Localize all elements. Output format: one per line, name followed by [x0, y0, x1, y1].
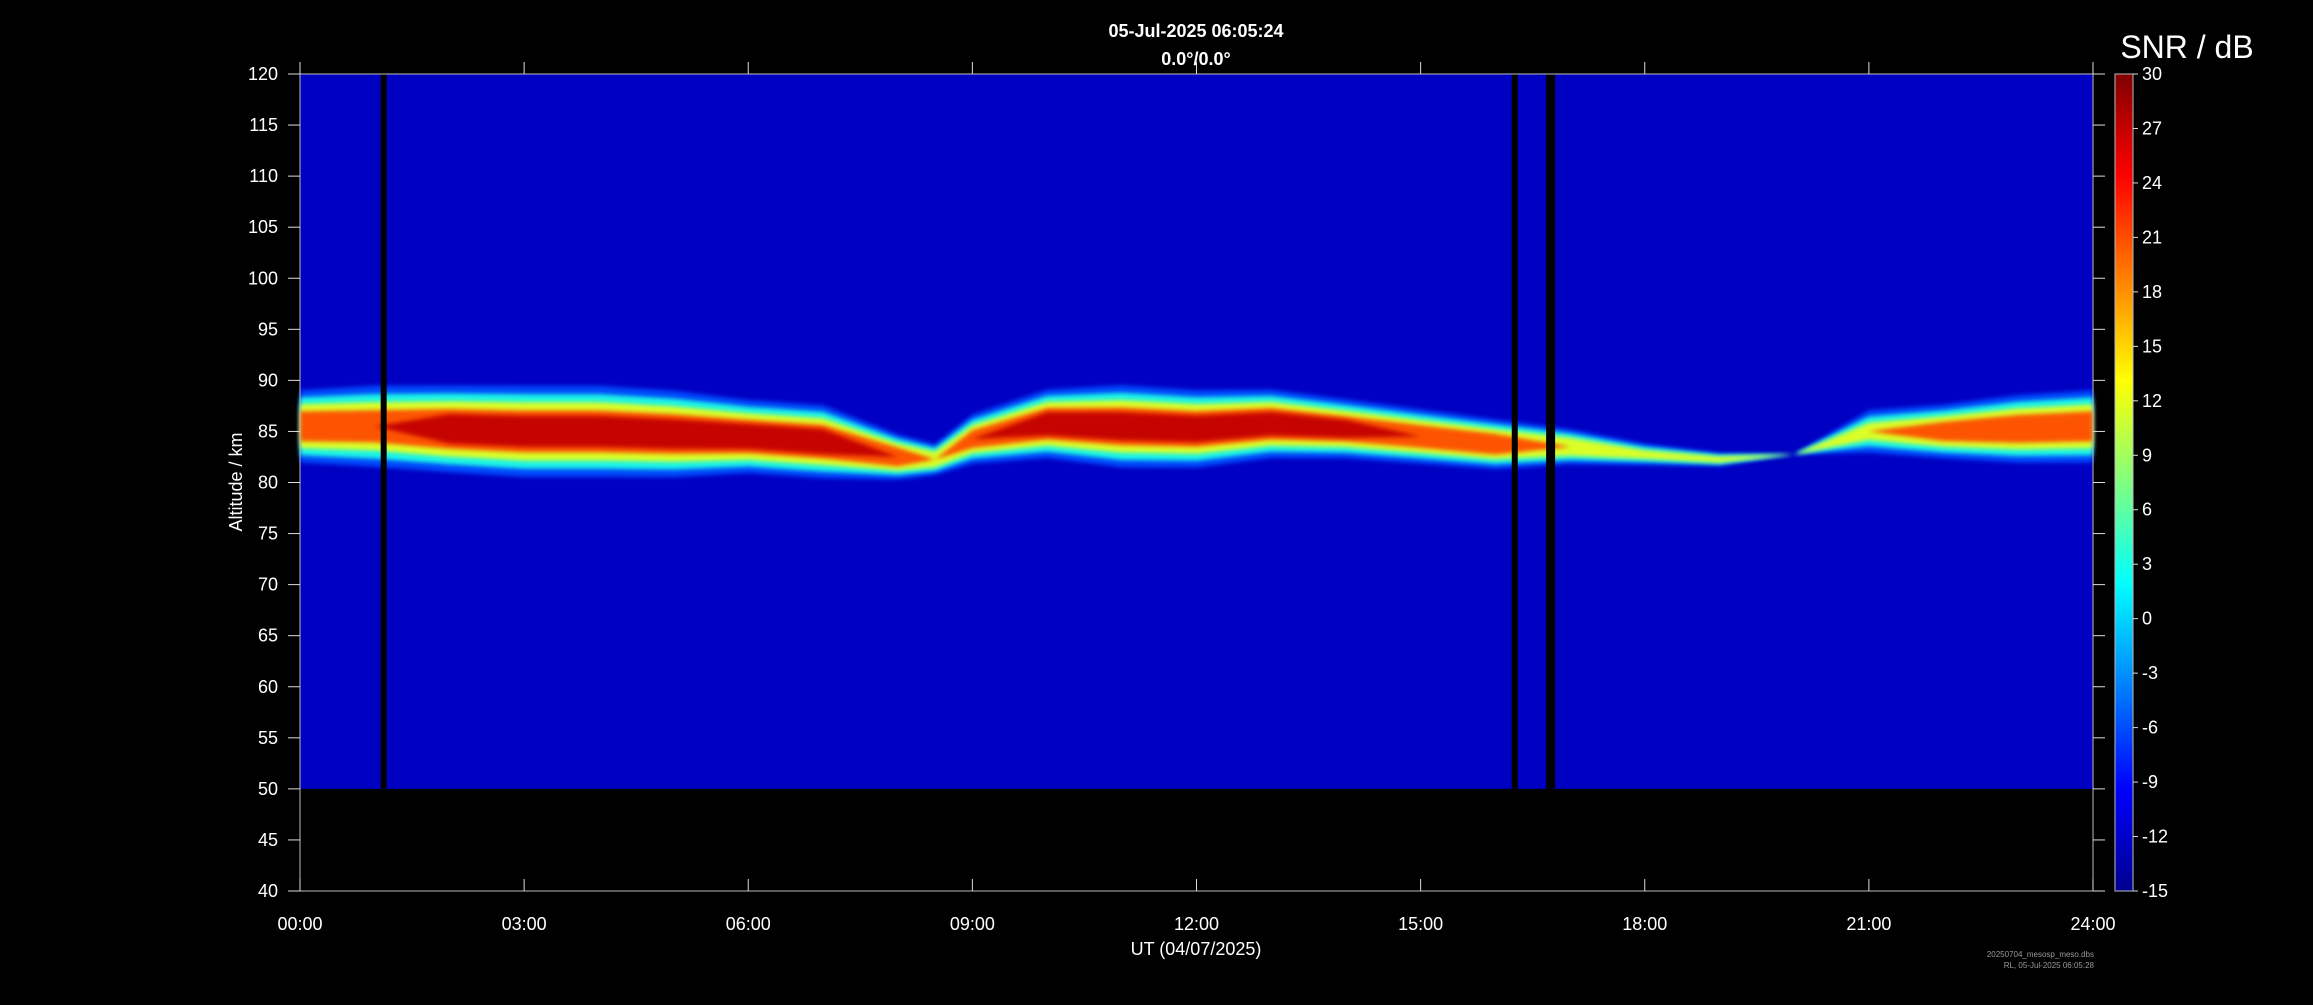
y-tick-label-12: 100 — [248, 268, 278, 288]
colorbar-tick-label-0: -15 — [2142, 881, 2168, 901]
y-tick-label-14: 110 — [249, 166, 278, 186]
footer-created-stamp: RL, 05-Jul-2025 06:05:28 — [2004, 961, 2095, 970]
plot-area — [300, 74, 2093, 789]
y-tick-label-2: 50 — [258, 779, 278, 799]
colorbar-tick-label-2: -9 — [2142, 772, 2158, 792]
colorbar-label: SNR / dB — [2120, 29, 2253, 65]
x-tick-label-7: 21:00 — [1846, 914, 1891, 934]
colorbar-tick-label-14: 27 — [2142, 118, 2162, 138]
y-tick-label-6: 70 — [258, 575, 278, 595]
x-tick-label-6: 18:00 — [1622, 914, 1667, 934]
y-tick-label-5: 65 — [258, 626, 278, 646]
x-tick-label-5: 15:00 — [1398, 914, 1443, 934]
colorbar-tick-label-10: 15 — [2142, 336, 2162, 356]
snr-heatmap-chart: 05-Jul-2025 06:05:24 0.0°/0.0° 00:00 03:0… — [0, 0, 2313, 1000]
x-tick-label-1: 03:00 — [502, 914, 547, 934]
y-tick-label-10: 90 — [258, 370, 278, 390]
y-tick-label-4: 60 — [258, 677, 278, 697]
footer-file-name: 20250704_mesosp_meso.dbs — [1987, 950, 2094, 959]
colorbar-tick-label-8: 9 — [2142, 445, 2152, 465]
data-gap-2 — [1546, 74, 1556, 789]
data-gap-1 — [1511, 74, 1518, 789]
x-axis-label: UT (04/07/2025) — [1131, 939, 1262, 959]
y-tick-label-8: 80 — [258, 473, 278, 493]
colorbar-tick-label-5: 0 — [2142, 609, 2152, 629]
y-tick-label-0: 40 — [258, 881, 278, 901]
colorbar-tick-label-15: 30 — [2142, 64, 2162, 84]
colorbar-tick-label-11: 18 — [2142, 282, 2162, 302]
chart-svg: 05-Jul-2025 06:05:24 0.0°/0.0° 00:00 03:0… — [226, 21, 2254, 970]
colorbar-tick-label-1: -12 — [2142, 827, 2168, 847]
colorbar-tick-label-6: 3 — [2142, 554, 2152, 574]
colorbar-tick-label-13: 24 — [2142, 173, 2162, 193]
y-tick-label-3: 55 — [258, 728, 278, 748]
colorbar-gradient — [2114, 73, 2134, 892]
y-tick-label-1: 45 — [258, 830, 278, 850]
y-tick-label-11: 95 — [258, 319, 278, 339]
colorbar: -15 -12 -9 -6 -3 0 3 6 9 12 15 18 21 24 27 30 — [2114, 64, 2168, 901]
colorbar-tick-label-3: -6 — [2142, 718, 2158, 738]
x-tick-label-0: 00:00 — [277, 914, 322, 934]
colorbar-tick-label-4: -3 — [2142, 663, 2158, 683]
y-axis-label: Altitude / km — [226, 432, 246, 531]
y-tick-label-13: 105 — [248, 217, 278, 237]
data-gap-0 — [380, 74, 387, 789]
x-tick-label-3: 09:00 — [950, 914, 995, 934]
colorbar-tick-label-7: 6 — [2142, 500, 2152, 520]
x-tick-label-2: 06:00 — [726, 914, 771, 934]
y-tick-label-7: 75 — [258, 524, 278, 544]
colorbar-tick-label-9: 12 — [2142, 391, 2162, 411]
x-tick-label-4: 12:00 — [1174, 914, 1219, 934]
y-tick-label-16: 120 — [248, 64, 278, 84]
colorbar-tick-label-12: 21 — [2142, 227, 2162, 247]
y-tick-label-9: 85 — [258, 421, 278, 441]
y-tick-label-15: 115 — [249, 115, 278, 135]
x-tick-label-8: 24:00 — [2070, 914, 2115, 934]
chart-title: 05-Jul-2025 06:05:24 — [1108, 21, 1283, 41]
